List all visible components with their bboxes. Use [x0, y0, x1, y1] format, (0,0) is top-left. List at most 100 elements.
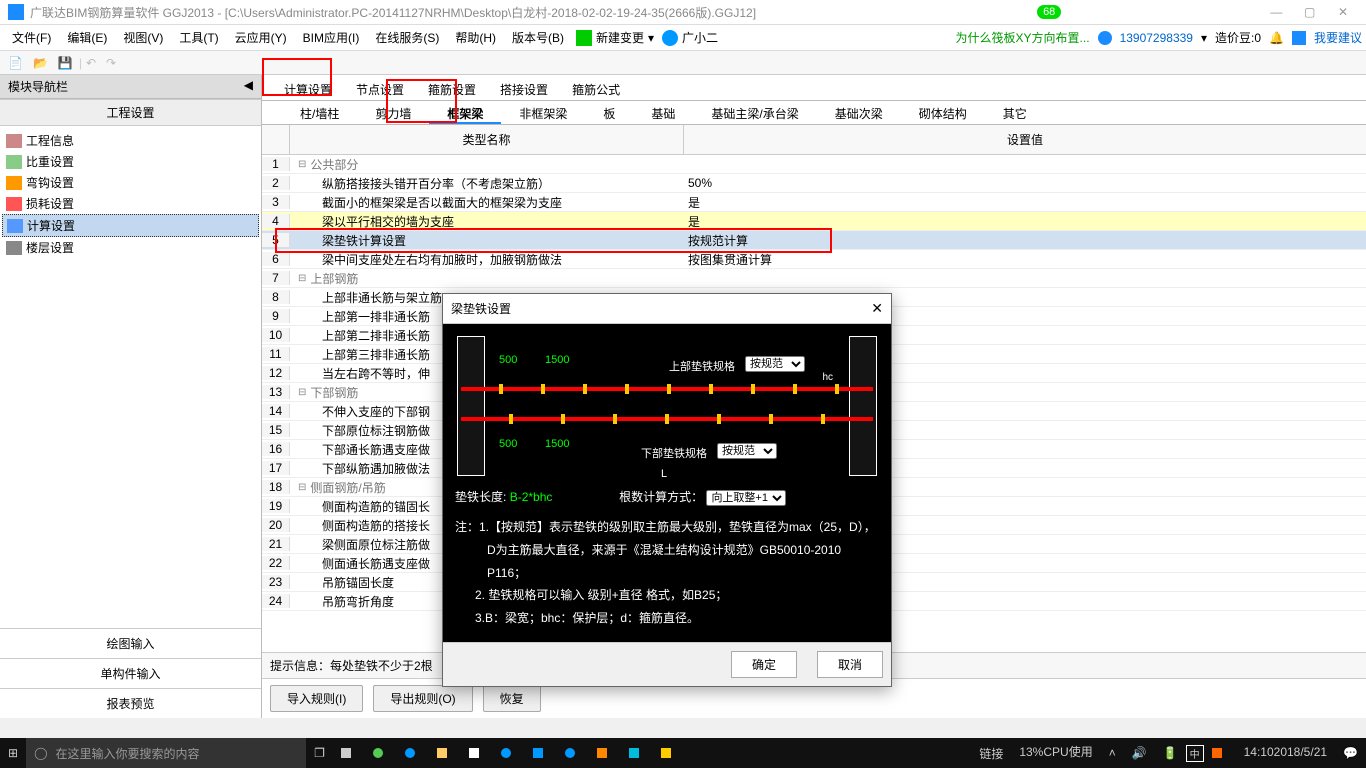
row-value[interactable]: 50% — [684, 176, 1366, 190]
subtab-masonry[interactable]: 砌体结构 — [901, 101, 985, 124]
app-icon[interactable] — [493, 738, 525, 768]
menu-file[interactable]: 文件(F) — [4, 25, 59, 50]
tab-lap-settings[interactable]: 搭接设置 — [488, 77, 560, 100]
count-mode-select[interactable]: 向上取整+1 — [706, 490, 786, 506]
app-icon[interactable] — [429, 738, 461, 768]
row-value[interactable]: 按图集贯通计算 — [684, 251, 1366, 268]
open-icon[interactable]: 📂 — [29, 54, 52, 72]
app-icon[interactable] — [653, 738, 685, 768]
subtab-nonframe-beam[interactable]: 非框架梁 — [501, 101, 585, 124]
app-icon[interactable] — [621, 738, 653, 768]
import-rules-button[interactable]: 导入规则(I) — [270, 685, 363, 712]
clock[interactable]: 14:102018/5/21 — [1236, 746, 1335, 759]
sidebar-draw-input[interactable]: 绘图输入 — [0, 628, 261, 658]
feedback-link[interactable]: 我要建议 — [1314, 29, 1362, 46]
cancel-button[interactable]: 取消 — [817, 651, 883, 678]
close-button[interactable]: ✕ — [1328, 5, 1358, 19]
app-icon[interactable] — [365, 738, 397, 768]
table-row[interactable]: 1⊟公共部分 — [262, 155, 1366, 174]
table-row[interactable]: 4梁以平行相交的墙为支座是 — [262, 212, 1366, 231]
menu-view[interactable]: 视图(V) — [115, 25, 171, 50]
help-hint-link[interactable]: 为什么筏板XY方向布置... — [956, 29, 1090, 46]
app-icon[interactable] — [461, 738, 493, 768]
collapse-icon[interactable]: ⊟ — [298, 482, 306, 493]
ok-button[interactable]: 确定 — [731, 651, 797, 678]
redo-icon[interactable]: ↷ — [102, 54, 120, 72]
nav-collapse-icon[interactable]: ◀ — [244, 78, 253, 95]
menu-bim[interactable]: BIM应用(I) — [295, 25, 368, 50]
menu-version[interactable]: 版本号(B) — [504, 25, 572, 50]
sidebar-item-loss[interactable]: 损耗设置 — [2, 193, 259, 214]
subtab-foundation-subbeam[interactable]: 基础次梁 — [817, 101, 901, 124]
bot-spec-select[interactable]: 按规范 — [717, 443, 777, 459]
sidebar-item-hook[interactable]: 弯钩设置 — [2, 172, 259, 193]
cpu-widget[interactable]: 13%CPU使用 — [1011, 746, 1100, 759]
user-avatar-icon[interactable] — [662, 30, 678, 46]
row-value[interactable]: 是 — [684, 213, 1366, 230]
ime-indicator[interactable]: 中 — [1186, 745, 1204, 762]
menu-help[interactable]: 帮助(H) — [447, 25, 504, 50]
save-icon[interactable]: 💾 — [54, 54, 77, 72]
tab-calc-settings[interactable]: 计算设置 — [272, 77, 344, 100]
sidebar-item-project-info[interactable]: 工程信息 — [2, 130, 259, 151]
tab-stirrup-formula[interactable]: 箍筋公式 — [560, 77, 632, 100]
subtab-foundation-mainbeam[interactable]: 基础主梁/承台梁 — [693, 101, 816, 124]
tray-up-icon[interactable]: ˄ — [1101, 746, 1124, 760]
export-rules-button[interactable]: 导出规则(O) — [373, 685, 472, 712]
notice-badge[interactable]: 68 — [1037, 5, 1061, 19]
menu-tools[interactable]: 工具(T) — [171, 25, 226, 50]
app-icon[interactable] — [557, 738, 589, 768]
menu-cloud[interactable]: 云应用(Y) — [227, 25, 295, 50]
dialog-titlebar[interactable]: 梁垫铁设置 ✕ — [443, 294, 891, 324]
sidebar-item-weight[interactable]: 比重设置 — [2, 151, 259, 172]
subtab-other[interactable]: 其它 — [985, 101, 1045, 124]
sidebar-single-input[interactable]: 单构件输入 — [0, 658, 261, 688]
tab-stirrup-settings[interactable]: 箍筋设置 — [416, 77, 488, 100]
table-row[interactable]: 3截面小的框架梁是否以截面大的框架梁为支座是 — [262, 193, 1366, 212]
start-button[interactable]: ⊞ — [0, 738, 26, 768]
collapse-icon[interactable]: ⊟ — [298, 387, 306, 398]
collapse-icon[interactable]: ⊟ — [298, 273, 306, 284]
app-icon[interactable] — [397, 738, 429, 768]
taskbar-search[interactable]: ◯ 在这里输入你要搜索的内容 — [26, 738, 306, 768]
user-name[interactable]: 广小二 — [682, 29, 718, 46]
collapse-icon[interactable]: ⊟ — [298, 159, 306, 170]
menu-edit[interactable]: 编辑(E) — [59, 25, 115, 50]
subtab-slab[interactable]: 板 — [585, 101, 633, 124]
table-row[interactable]: 7⊟上部钢筋 — [262, 269, 1366, 288]
table-row[interactable]: 6梁中间支座处左右均有加腋时，加腋钢筋做法按图集贯通计算 — [262, 250, 1366, 269]
row-value[interactable]: 按规范计算 — [684, 232, 1366, 249]
top-spec-select[interactable]: 按规范 — [745, 356, 805, 372]
taskview-icon[interactable]: ❐ — [306, 738, 333, 768]
new-icon[interactable]: 📄 — [4, 54, 27, 72]
minimize-button[interactable]: — — [1261, 5, 1291, 19]
action-center-icon[interactable]: 💬 — [1335, 746, 1366, 760]
tab-node-settings[interactable]: 节点设置 — [344, 77, 416, 100]
dialog-close-icon[interactable]: ✕ — [871, 300, 883, 317]
menu-online[interactable]: 在线服务(S) — [367, 25, 447, 50]
sidebar-item-calc-settings[interactable]: 计算设置 — [2, 214, 259, 237]
table-row[interactable]: 2纵筋搭接接头错开百分率（不考虑架立筋）50% — [262, 174, 1366, 193]
network-link-label[interactable]: 链接 — [971, 745, 1011, 762]
app-icon[interactable] — [333, 738, 365, 768]
app-icon[interactable] — [589, 738, 621, 768]
subtab-shearwall[interactable]: 剪力墙 — [357, 101, 429, 124]
row-value[interactable]: 是 — [684, 194, 1366, 211]
bell-icon[interactable]: 🔔 — [1269, 31, 1284, 45]
subtab-column[interactable]: 柱/墙柱 — [282, 101, 357, 124]
app-icon[interactable] — [525, 738, 557, 768]
subtab-frame-beam[interactable]: 框架梁 — [429, 101, 501, 124]
sidebar-item-floor[interactable]: 楼层设置 — [2, 237, 259, 258]
sogou-icon[interactable] — [1204, 748, 1236, 758]
subtab-foundation[interactable]: 基础 — [633, 101, 693, 124]
battery-icon[interactable]: 🔋 — [1155, 746, 1186, 760]
zaojia-credit[interactable]: 造价豆:0 — [1215, 29, 1261, 46]
new-change-icon[interactable] — [576, 30, 592, 46]
maximize-button[interactable]: ▢ — [1295, 5, 1325, 19]
table-row[interactable]: 5梁垫铁计算设置按规范计算 — [262, 231, 1366, 250]
new-change-label[interactable]: 新建变更 — [596, 29, 644, 46]
volume-icon[interactable]: 🔊 — [1124, 746, 1155, 760]
undo-icon[interactable]: ↶ — [82, 54, 100, 72]
sidebar-report-preview[interactable]: 报表预览 — [0, 688, 261, 718]
restore-button[interactable]: 恢复 — [483, 685, 541, 712]
